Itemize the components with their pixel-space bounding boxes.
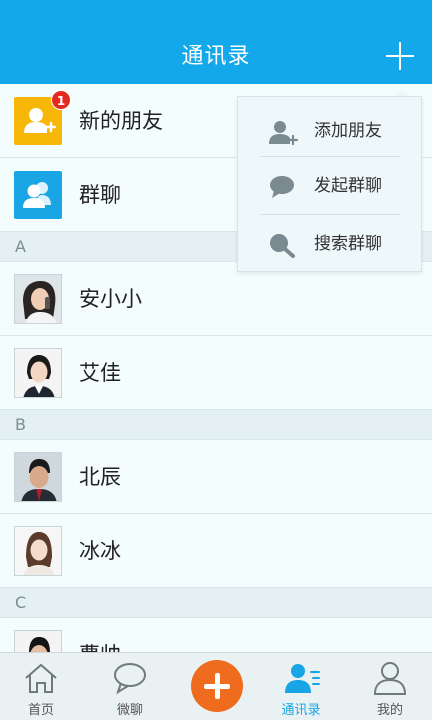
menu-item-label: 添加朋友 xyxy=(314,121,382,141)
group-chat-label: 群聊 xyxy=(79,183,121,207)
plus-icon[interactable] xyxy=(384,40,416,72)
tab-me[interactable]: 我的 xyxy=(350,653,430,720)
group-icon xyxy=(14,171,62,219)
person-icon xyxy=(373,662,407,695)
menu-item-start-group-chat[interactable]: 发起群聊 xyxy=(238,158,421,215)
contact-name: 北辰 xyxy=(79,465,121,489)
bottom-tab-bar: 首页 微聊 通讯录 我的 xyxy=(0,652,432,720)
header-bar: 通讯录 xyxy=(0,0,432,84)
tab-label: 首页 xyxy=(27,703,54,718)
contact-name: 冰冰 xyxy=(79,539,121,563)
section-header-b: B xyxy=(0,410,432,440)
menu-item-label: 搜索群聊 xyxy=(314,234,382,254)
contact-row[interactable]: 冰冰 xyxy=(0,514,432,588)
tab-label: 我的 xyxy=(376,703,403,718)
avatar xyxy=(14,348,62,398)
tab-label: 微聊 xyxy=(116,703,143,718)
add-person-icon xyxy=(269,121,298,145)
menu-item-search-group[interactable]: 搜索群聊 xyxy=(238,216,421,273)
home-icon xyxy=(25,663,57,693)
unread-badge: 1 xyxy=(51,90,71,110)
page-title: 通讯录 xyxy=(181,44,251,69)
chat-bubble-icon xyxy=(114,663,146,695)
contact-row[interactable]: 北辰 xyxy=(0,440,432,514)
search-icon xyxy=(270,234,295,258)
contact-row[interactable]: 曹帅 xyxy=(0,618,432,652)
menu-divider xyxy=(260,156,400,157)
chat-bubble-icon xyxy=(270,176,294,198)
avatar xyxy=(14,274,62,324)
contact-name: 安小小 xyxy=(79,287,142,311)
new-friends-label: 新的朋友 xyxy=(79,109,163,133)
tab-contacts[interactable]: 通讯录 xyxy=(261,653,341,720)
tab-home[interactable]: 首页 xyxy=(1,653,81,720)
compose-button[interactable] xyxy=(191,660,243,712)
contact-name: 曹帅 xyxy=(79,618,121,652)
section-header-c: C xyxy=(0,588,432,618)
menu-divider xyxy=(260,214,400,215)
tab-chat[interactable]: 微聊 xyxy=(90,653,170,720)
avatar xyxy=(14,630,62,652)
contacts-icon xyxy=(285,664,320,693)
menu-item-label: 发起群聊 xyxy=(314,176,382,196)
contact-row[interactable]: 艾佳 xyxy=(0,336,432,410)
contact-name: 艾佳 xyxy=(79,361,121,385)
add-popup-menu: 添加朋友 发起群聊 搜索群聊 xyxy=(237,96,422,272)
avatar xyxy=(14,452,62,502)
menu-item-add-friend[interactable]: 添加朋友 xyxy=(238,103,421,160)
contact-row[interactable]: 安小小 xyxy=(0,262,432,336)
avatar xyxy=(14,526,62,576)
tab-label: 通讯录 xyxy=(281,703,321,718)
